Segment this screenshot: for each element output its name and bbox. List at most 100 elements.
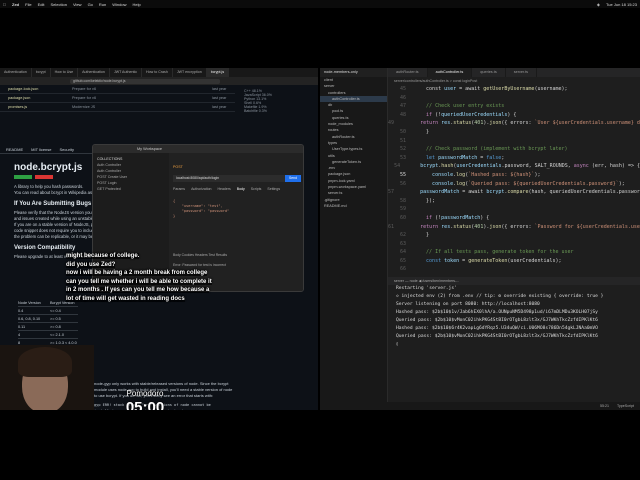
code-token: =: [459, 257, 469, 264]
menu-selection[interactable]: Selection: [47, 2, 69, 7]
apple-icon[interactable]: : [0, 2, 9, 7]
code-line[interactable]: 66: [388, 265, 640, 274]
code-line[interactable]: 57 passwordMatch = await bcrypt. compare(…: [388, 188, 640, 197]
code-line[interactable]: 62 }: [388, 231, 640, 240]
file-name[interactable]: package-lock.json: [8, 87, 72, 91]
build-badge[interactable]: [35, 175, 54, 179]
tab-license[interactable]: MIT license: [31, 147, 51, 152]
menu-window[interactable]: Window: [109, 2, 129, 7]
commit-message[interactable]: Prepare for v6: [72, 87, 212, 91]
menu-run[interactable]: Run: [96, 2, 109, 7]
code-line[interactable]: 65 const token = generateToken (userCrede…: [388, 257, 640, 266]
code-line[interactable]: 59: [388, 205, 640, 214]
editor-tab-active[interactable]: authController.ts: [427, 68, 473, 77]
code-line[interactable]: 46: [388, 94, 640, 103]
tab-headers[interactable]: Headers: [218, 187, 231, 191]
caption-line: now i will be having a 2 month break fro…: [66, 270, 212, 302]
code-line[interactable]: 51: [388, 137, 640, 146]
tab-settings[interactable]: Settings: [267, 187, 280, 191]
code-line[interactable]: 47 // Check user entry exists: [388, 102, 640, 111]
code-token: =: [477, 154, 487, 161]
line-number: 66: [399, 266, 406, 273]
menu-file[interactable]: File: [22, 2, 34, 7]
code-token: `Queried pass: ${queriedUserCredentials.…: [468, 180, 619, 187]
ci-badge[interactable]: [14, 175, 32, 179]
editor-tab[interactable]: queries.ts: [472, 68, 506, 77]
table-cell: 0.11: [18, 324, 26, 329]
code-line[interactable]: 52 // Check password (implement with bcr…: [388, 145, 640, 154]
code-line[interactable]: 58 });: [388, 197, 640, 206]
table-header: Node Version: [18, 300, 41, 305]
clock[interactable]: Tue Jun 18 15:23: [603, 2, 640, 7]
menu-view[interactable]: View: [70, 2, 85, 7]
menu-edit[interactable]: Edit: [35, 2, 48, 7]
code-line[interactable]: 53 let passwordMatch = false;: [388, 154, 640, 163]
code-line[interactable]: 64 // If all tests pass, generate token …: [388, 248, 640, 257]
tab-security[interactable]: Security: [60, 147, 74, 152]
request-item[interactable]: GET Protected: [97, 187, 165, 193]
send-button[interactable]: Send: [285, 175, 301, 182]
code-token: compare: [507, 189, 529, 196]
browser-tab[interactable]: Authentication: [0, 68, 32, 77]
editor-tab[interactable]: server.ts: [506, 68, 538, 77]
code-line[interactable]: 48 if (! queriedUserCredentials) {: [388, 111, 640, 120]
code-line[interactable]: 49 return res. status(401). json({ errors:…: [388, 119, 640, 128]
file-row[interactable]: package-lock.json Prepare for v6 last year: [0, 85, 235, 94]
browser-tab[interactable]: How to Use: [51, 68, 79, 77]
cursor-position[interactable]: 55:21: [600, 404, 609, 408]
code-line[interactable]: 45 const user = await getUserByUsername(…: [388, 85, 640, 94]
terminal-line: Hashed pass: $2b$10$6r4K2vapLg6dYRqz5.U3…: [396, 326, 598, 331]
file-name[interactable]: package.json: [8, 96, 72, 100]
code-line[interactable]: 50 }: [388, 128, 640, 137]
file-tree-item[interactable]: README.md: [320, 203, 387, 209]
terminal-tab[interactable]: server — node ◀ /users/ben/members-...: [388, 277, 640, 285]
code-line[interactable]: 60 if (! passwordMatch) {: [388, 214, 640, 223]
code-token: hash: [441, 163, 454, 170]
code-token: queriedUserCredentials: [441, 111, 508, 118]
breadcrumb[interactable]: server/controllers/authController.ts > c…: [388, 77, 640, 85]
file-name[interactable]: promises.js: [8, 105, 72, 109]
menu-help[interactable]: Help: [129, 2, 143, 7]
tab-readme[interactable]: README: [6, 147, 23, 152]
browser-tab[interactable]: JWT Authentic: [110, 68, 143, 77]
address-bar[interactable]: github.com/kelektiv/node.bcrypt.js: [70, 78, 220, 84]
browser-tab[interactable]: bcrypt: [32, 68, 51, 77]
pomodoro-label: Pomodoro: [126, 389, 164, 398]
commit-message[interactable]: Modernize JS: [72, 105, 212, 109]
app-menu[interactable]: Zed: [9, 2, 22, 7]
browser-tab[interactable]: JWT encryption: [173, 68, 207, 77]
browser-tab[interactable]: Authentication: [78, 68, 110, 77]
browser-tab-active[interactable]: bcrypt.js: [206, 68, 230, 77]
code-token: (username);: [534, 86, 568, 92]
browser-tab[interactable]: How to Crash: [142, 68, 173, 77]
code-token: 401: [474, 223, 484, 230]
http-method[interactable]: POST: [173, 165, 183, 169]
code-token: user: [444, 86, 457, 92]
tab-body[interactable]: Body: [237, 187, 245, 191]
request-body-editor[interactable]: { "username": "test", "password": "passw…: [173, 199, 301, 229]
editor-tab[interactable]: authRouter.ts: [388, 68, 428, 77]
terminal-output[interactable]: Restarting 'server.js' ◇ injected env (2)…: [388, 285, 640, 402]
code-line[interactable]: 56 console. log(`Queried pass: ${queriedU…: [388, 180, 640, 189]
code-line[interactable]: 54 bcrypt. hash(userCredentials .password,…: [388, 162, 640, 171]
project-name[interactable]: node-members-only: [320, 68, 387, 77]
tab-params[interactable]: Params: [173, 187, 185, 191]
commit-message[interactable]: Prepare for v6: [72, 96, 212, 100]
wifi-icon[interactable]: ◈: [594, 2, 603, 7]
file-row[interactable]: package.json Prepare for v6 last year: [0, 94, 235, 103]
code-editor[interactable]: 45 const user = await getUserByUsername(…: [388, 85, 640, 275]
request-tabs: Params Authorization Headers Body Script…: [169, 185, 303, 193]
postman-titlebar[interactable]: My Workspace: [93, 145, 303, 153]
request-url-input[interactable]: localhost:8080/api/auth/login: [173, 175, 301, 182]
tab-authorization[interactable]: Authorization: [191, 187, 211, 191]
file-row[interactable]: promises.js Modernize JS last year: [0, 103, 235, 112]
language-mode[interactable]: TypeScript: [617, 404, 634, 408]
tab-scripts[interactable]: Scripts: [251, 187, 262, 191]
line-number: 45: [399, 86, 406, 92]
code-line[interactable]: 55 console. log(`Hashed pass: ${hash}`);: [388, 171, 640, 180]
code-line[interactable]: 63: [388, 240, 640, 249]
menu-go[interactable]: Go: [85, 2, 96, 7]
code-token: passwordMatch: [441, 214, 481, 221]
code-line[interactable]: 61 return res. status(401). json({ errors:…: [388, 223, 640, 232]
code-token: .password, SALT_ROUNDS,: [501, 163, 574, 170]
